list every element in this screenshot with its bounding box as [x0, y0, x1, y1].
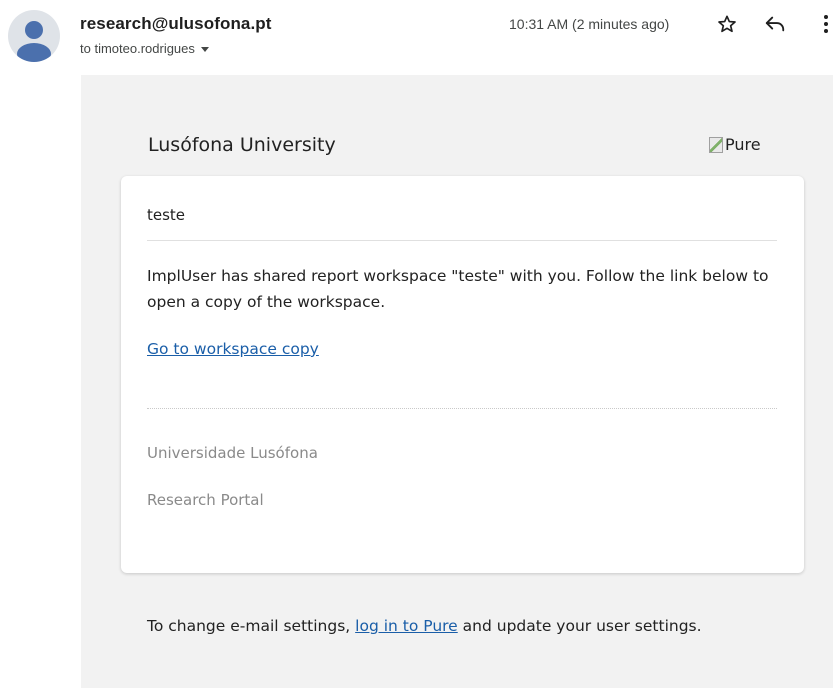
star-icon[interactable]: [715, 12, 739, 36]
pure-logo: Pure: [709, 135, 761, 154]
dotted-divider: [147, 408, 777, 409]
email-timestamp: 10:31 AM (2 minutes ago): [509, 16, 670, 32]
settings-note: To change e-mail settings, log in to Pur…: [147, 617, 702, 635]
broken-image-icon: [709, 136, 723, 153]
recipient-label: to timoteo.rodrigues: [80, 41, 195, 56]
workspace-copy-link[interactable]: Go to workspace copy: [147, 340, 319, 358]
email-view: research@ulusofona.pt to timoteo.rodrigu…: [0, 0, 833, 688]
reply-icon[interactable]: [763, 12, 787, 36]
sender-address[interactable]: research@ulusofona.pt: [80, 14, 272, 34]
more-vert-icon[interactable]: [818, 12, 833, 36]
divider: [147, 240, 777, 241]
email-body: Lusófona University Pure teste ImplUser …: [81, 75, 833, 688]
organization-name: Lusófona University: [148, 134, 336, 156]
logo-alt-text: Pure: [725, 135, 761, 154]
message-card: teste ImplUser has shared report workspa…: [121, 176, 804, 573]
login-to-pure-link[interactable]: log in to Pure: [355, 617, 458, 635]
caret-down-icon: [200, 46, 209, 52]
recipient-details-toggle[interactable]: to timoteo.rodrigues: [80, 41, 209, 56]
settings-note-suffix: and update your user settings.: [457, 617, 702, 635]
footer-portal: Research Portal: [147, 491, 264, 509]
message-text: ImplUser has shared report workspace "te…: [147, 267, 769, 311]
avatar[interactable]: [8, 10, 60, 62]
footer-university: Universidade Lusófona: [147, 444, 318, 462]
settings-note-prefix: To change e-mail settings,: [147, 617, 356, 635]
message-subject: teste: [147, 206, 186, 224]
